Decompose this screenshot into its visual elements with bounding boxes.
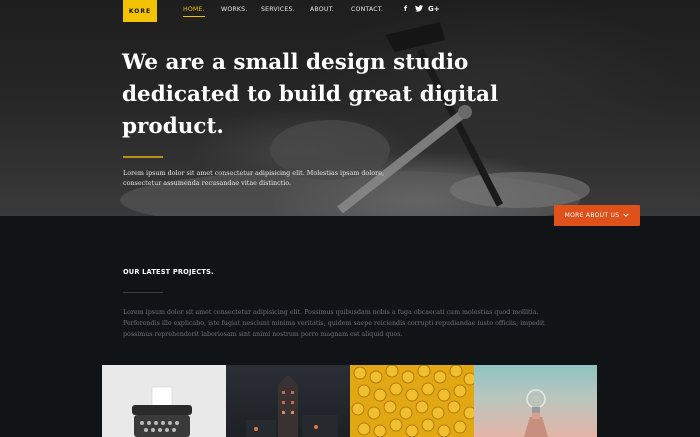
more-about-us-button[interactable]: MORE ABOUT US [554,205,640,226]
project-gallery [102,365,597,437]
more-about-us-label: MORE ABOUT US [564,212,620,219]
chevron-down-icon [623,212,630,219]
nav-item-label: HOME. [183,6,205,13]
nav-item-works[interactable]: WORKS. [221,6,247,13]
hero-section: KORE HOME. WORKS. SERVICES. ABOUT. CONTA… [0,0,700,216]
pasta-image [351,365,474,437]
project-tile-typewriter[interactable] [102,365,226,437]
lightbulb-image [524,389,548,437]
projects-divider [123,292,163,293]
hero-text-line: consectetur assumenda recusandae vitae d… [123,179,292,187]
hero-headline: We are a small design studio dedicated t… [122,47,499,143]
projects-text-line: Perferendis illo explicabo, iste fugiat … [123,320,545,327]
twitter-icon[interactable] [415,5,423,14]
project-tile-lightbulb[interactable] [474,365,597,437]
projects-text-line: Lorem ipsum dolor sit amet consectetur a… [123,309,539,316]
headline-line: dedicated to build great digital [122,82,499,107]
hero-text-line: Lorem ipsum dolor sit amet consectetur a… [123,169,385,177]
nav-item-about[interactable]: ABOUT. [310,6,334,13]
hero-description: Lorem ipsum dolor sit amet consectetur a… [123,168,384,188]
building-image [246,375,338,437]
logo[interactable]: KORE [123,0,157,22]
projects-description: Lorem ipsum dolor sit amet consectetur a… [123,307,545,340]
typewriter-image [132,386,192,437]
project-tile-building[interactable] [226,365,350,437]
nav-item-contact[interactable]: CONTACT. [351,6,383,13]
nav-item-home[interactable]: HOME. [183,6,205,17]
projects-title: OUR LATEST PROJECTS. [123,268,214,276]
nav-active-underline [183,16,205,17]
headline-line: We are a small design studio [122,50,469,75]
headline-divider [123,156,163,158]
headline-line: product. [122,114,224,139]
facebook-icon[interactable]: f [404,5,407,13]
google-plus-icon[interactable]: G+ [428,5,440,13]
project-tile-pasta[interactable] [350,365,474,437]
nav-item-services[interactable]: SERVICES. [261,6,295,13]
projects-text-line: possimus reprehenderit laboriosam sint a… [123,331,403,338]
